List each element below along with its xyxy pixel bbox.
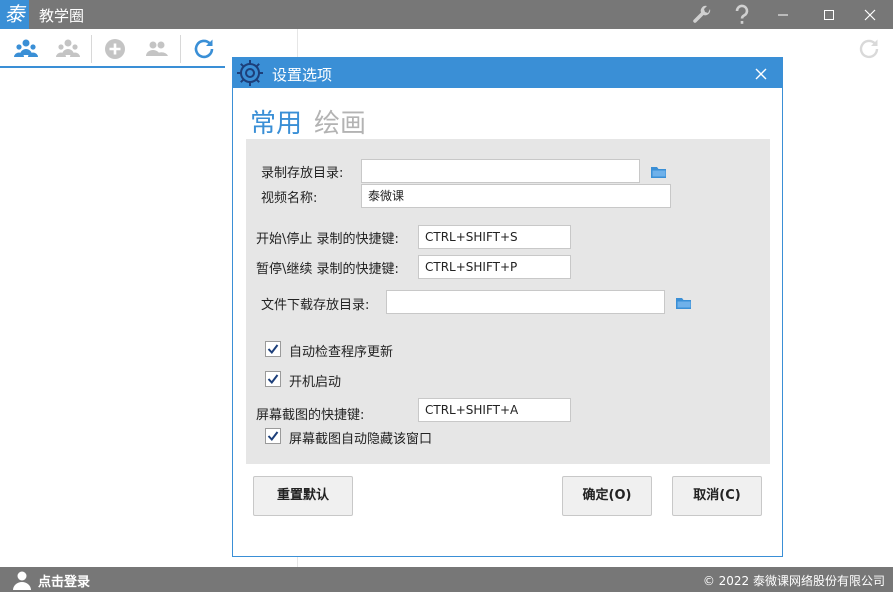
- login-button[interactable]: 点击登录: [12, 570, 90, 590]
- hide-on-screenshot-checkbox[interactable]: [265, 428, 281, 444]
- status-bar: 点击登录 © 2022 泰微课网络股份有限公司: [0, 567, 893, 592]
- tab-drawing[interactable]: 绘画: [314, 103, 366, 140]
- video-name-input[interactable]: 泰微课: [361, 184, 671, 208]
- contacts-icon[interactable]: [145, 37, 169, 61]
- wrench-icon[interactable]: [690, 3, 714, 27]
- user-icon: [13, 571, 31, 590]
- toolbar-divider: [180, 35, 181, 63]
- settings-form-panel: 录制存放目录: 视频名称: 泰微课 开始\停止 录制的快捷键: CTRL+SHI…: [246, 139, 770, 464]
- auto-update-label[interactable]: 自动检查程序更新: [289, 341, 393, 360]
- reset-defaults-button[interactable]: 重置默认: [253, 476, 353, 516]
- gear-icon: [235, 58, 265, 88]
- maximize-button[interactable]: [806, 0, 852, 29]
- screenshot-hotkey-input[interactable]: CTRL+SHIFT+A: [418, 398, 571, 422]
- close-icon: [864, 9, 876, 20]
- download-dir-label: 文件下载存放目录:: [261, 298, 370, 313]
- group-icon[interactable]: [56, 37, 80, 61]
- close-icon: [755, 68, 767, 80]
- app-logo: 泰: [0, 0, 29, 29]
- record-dir-input[interactable]: [361, 159, 640, 183]
- settings-dialog: 设置选项 常用 绘画 录制存放目录: 视频名称: 泰微课 开始\停止 录制的快捷…: [232, 57, 783, 557]
- minimize-icon: [778, 14, 788, 15]
- pause-resume-hotkey-input[interactable]: CTRL+SHIFT+P: [418, 255, 571, 279]
- auto-start-label[interactable]: 开机启动: [289, 371, 341, 390]
- refresh-right-icon[interactable]: [857, 37, 881, 61]
- video-name-label: 视频名称:: [261, 191, 318, 206]
- login-label: 点击登录: [38, 574, 91, 590]
- download-dir-input[interactable]: [386, 290, 665, 314]
- record-dir-label: 录制存放目录:: [261, 166, 344, 181]
- checkmark-icon: [267, 431, 279, 442]
- app-title: 教学圈: [39, 7, 85, 25]
- dialog-close-button[interactable]: [754, 66, 768, 80]
- auto-start-checkbox[interactable]: [265, 371, 281, 387]
- auto-update-checkbox[interactable]: [265, 341, 281, 357]
- refresh-icon[interactable]: [192, 37, 216, 61]
- add-circle-icon[interactable]: [103, 37, 127, 61]
- pause-resume-hotkey-label: 暂停\继续 录制的快捷键:: [256, 262, 399, 277]
- help-icon[interactable]: [730, 3, 754, 27]
- app-window: 泰 教学圈 设置选项 常用 绘画 录制存放目录: 视频名称: 泰微课 开始\停止…: [0, 0, 893, 592]
- tab-general[interactable]: 常用: [250, 103, 302, 140]
- folder-icon[interactable]: [676, 295, 692, 309]
- checkmark-icon: [267, 374, 279, 385]
- start-stop-hotkey-label: 开始\停止 录制的快捷键:: [256, 232, 399, 247]
- checkmark-icon: [267, 344, 279, 355]
- folder-icon[interactable]: [651, 164, 667, 178]
- toolbar-divider: [91, 35, 92, 63]
- minimize-button[interactable]: [760, 0, 806, 29]
- cancel-button[interactable]: 取消(C): [672, 476, 762, 516]
- start-stop-hotkey-input[interactable]: CTRL+SHIFT+S: [418, 225, 571, 249]
- maximize-icon: [824, 9, 834, 20]
- toolbar-underline: [0, 66, 225, 68]
- dialog-header: 设置选项: [233, 58, 782, 88]
- screenshot-hotkey-label: 屏幕截图的快捷键:: [256, 408, 365, 423]
- users-icon[interactable]: [14, 37, 38, 61]
- dialog-title: 设置选项: [272, 66, 333, 84]
- hide-on-screenshot-label[interactable]: 屏幕截图自动隐藏该窗口: [289, 428, 432, 447]
- ok-button[interactable]: 确定(O): [562, 476, 652, 516]
- copyright-text: © 2022 泰微课网络股份有限公司: [702, 574, 885, 588]
- close-window-button[interactable]: [847, 0, 893, 29]
- title-bar: 泰 教学圈: [0, 0, 893, 29]
